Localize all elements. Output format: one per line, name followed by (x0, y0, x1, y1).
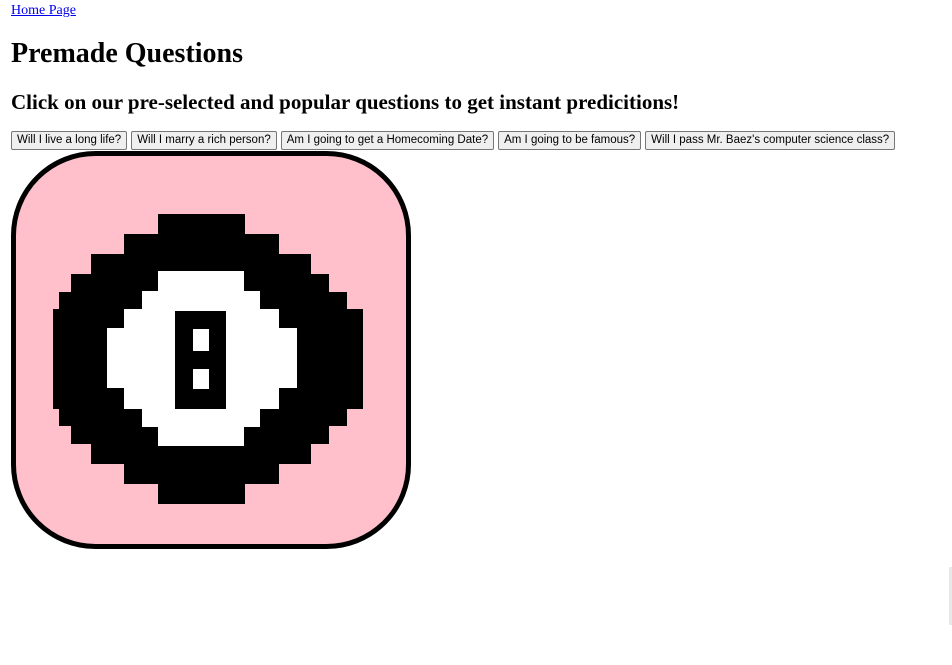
page-subtitle: Click on our pre-selected and popular qu… (11, 90, 680, 114)
question-button-long-life[interactable]: Will I live a long life? (11, 131, 128, 150)
home-page-link[interactable]: Home Page (11, 3, 76, 19)
question-button-cs-class[interactable]: Will I pass Mr. Baez's computer science … (645, 131, 896, 150)
question-button-marry-rich[interactable]: Will I marry a rich person? (131, 131, 277, 150)
page-title: Premade Questions (11, 38, 244, 69)
question-button-famous[interactable]: Am I going to be famous? (498, 131, 642, 150)
magic-8-ball-icon (11, 151, 411, 549)
question-button-row: Will I live a long life? Will I marry a … (11, 131, 896, 150)
question-button-homecoming-date[interactable]: Am I going to get a Homecoming Date? (280, 131, 495, 150)
number-eight (175, 311, 226, 409)
